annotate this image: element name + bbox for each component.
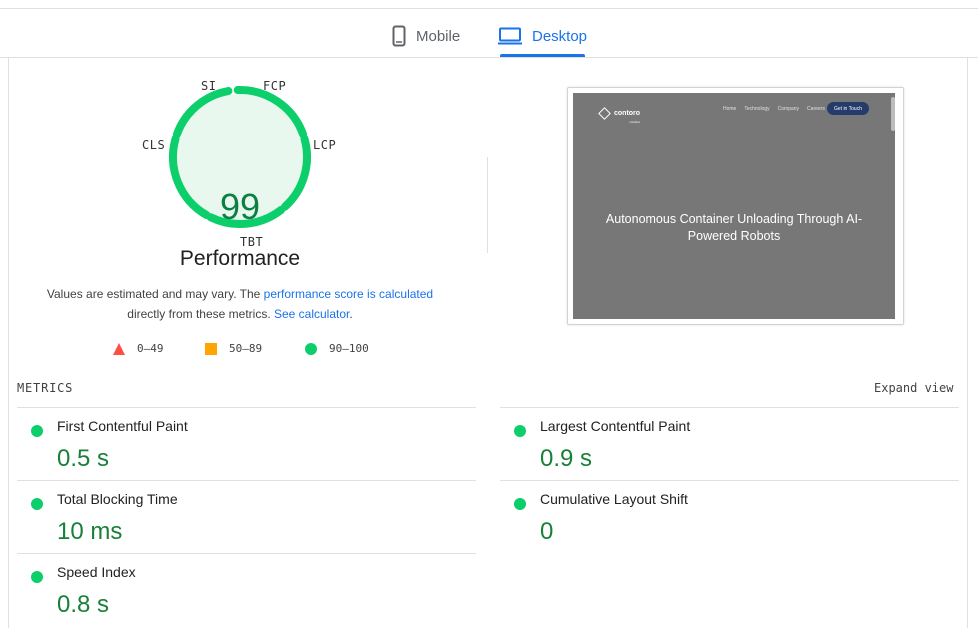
tab-desktop[interactable]: Desktop [498, 18, 587, 54]
estimate-note: Values are estimated and may vary. The p… [30, 284, 450, 324]
final-screenshot[interactable]: contoro robotics Home Technology Company… [567, 87, 904, 325]
expand-view-toggle[interactable]: Expand view [874, 381, 953, 395]
site-hero-text: Autonomous Container Unloading Through A… [605, 212, 863, 243]
note-text: Values are estimated and may vary. The [46, 287, 264, 301]
legend-pass: 90–100 [305, 342, 369, 355]
metric-value: 0.5 s [57, 445, 110, 472]
pass-status-icon [514, 498, 526, 510]
metric-name: First Contentful Paint [57, 418, 188, 434]
pass-status-icon [31, 498, 43, 510]
metric-name: Largest Contentful Paint [540, 418, 691, 434]
gauge-label-lcp: LCP [313, 138, 337, 152]
metrics-heading: METRICS [17, 381, 74, 395]
site-nav-item: Careers [807, 106, 825, 112]
gauge-label-si: SI [201, 79, 217, 93]
site-cta-button: Get in Touch [827, 102, 869, 115]
note-text-2: directly from these metrics. [127, 307, 274, 321]
triangle-icon [113, 342, 125, 355]
pass-status-icon [31, 571, 43, 583]
top-divider [0, 8, 978, 9]
metrics-divider [500, 407, 959, 408]
legend-average-range: 50–89 [229, 342, 263, 355]
gauge-ring [169, 86, 311, 228]
legend-pass-range: 90–100 [329, 342, 369, 355]
performance-gauge[interactable]: SI FCP LCP CLS TBT 99 [142, 76, 336, 256]
metrics-divider [17, 553, 476, 554]
vertical-separator [487, 157, 488, 253]
site-nav-item: Technology [744, 106, 770, 112]
legend-fail: 0–49 [113, 342, 164, 355]
performance-title: Performance [179, 247, 301, 270]
note-period: . [349, 307, 353, 321]
tab-mobile[interactable]: Mobile [392, 18, 460, 54]
metrics-divider [500, 480, 959, 481]
metrics-divider [17, 480, 476, 481]
performance-score: 99 [219, 186, 261, 227]
see-calculator-link[interactable]: See calculator [274, 307, 349, 321]
legend-fail-range: 0–49 [137, 342, 164, 355]
site-logo: contoro robotics [598, 102, 641, 124]
tabs-divider [0, 57, 978, 58]
tab-mobile-label: Mobile [416, 27, 461, 45]
screenshot-scrollbar [891, 97, 895, 131]
logo-icon [598, 106, 611, 120]
tab-desktop-label: Desktop [532, 27, 588, 45]
metric-name: Speed Index [57, 564, 136, 580]
pass-status-icon [31, 425, 43, 437]
gauge-label-fcp: FCP [263, 79, 287, 93]
circle-icon [305, 342, 317, 355]
square-icon [205, 342, 217, 355]
site-nav-item: Home [723, 106, 737, 112]
device-tabs: Mobile Desktop [0, 18, 978, 58]
screenshot-image: contoro robotics Home Technology Company… [573, 93, 895, 319]
metric-name: Cumulative Layout Shift [540, 491, 688, 507]
legend-average: 50–89 [205, 342, 262, 355]
pass-status-icon [514, 425, 526, 437]
metric-value: 10 ms [57, 518, 123, 545]
laptop-icon [498, 27, 522, 45]
phone-icon [392, 25, 406, 47]
metric-value: 0.8 s [57, 591, 110, 618]
metric-name: Total Blocking Time [57, 491, 178, 507]
panel-border-right [967, 58, 968, 628]
panel-border-left [8, 58, 9, 628]
metric-value: 0.9 s [540, 445, 593, 472]
site-brand: contoro [614, 110, 641, 117]
site-brand-sub: robotics [629, 120, 641, 124]
metric-value: 0 [540, 518, 554, 545]
site-nav-item: Company [777, 106, 800, 112]
score-calculation-link[interactable]: performance score is calculated [264, 287, 433, 301]
metrics-divider [17, 407, 476, 408]
gauge-label-cls: CLS [142, 138, 166, 152]
site-nav: Home Technology Company Careers [723, 106, 825, 112]
